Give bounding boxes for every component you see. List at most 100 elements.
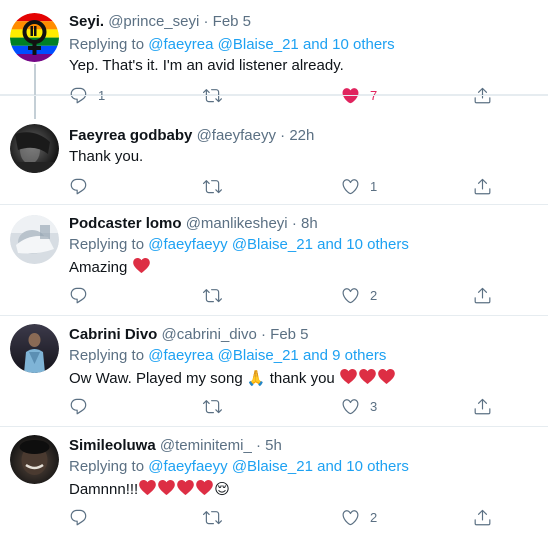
tweet-text: Ow Waw. Played my song 🙏 thank you: [69, 367, 396, 389]
retweet-button[interactable]: [203, 176, 222, 196]
share-button[interactable]: [473, 396, 492, 416]
heart-icon: [341, 286, 360, 305]
user-handle[interactable]: @faeyfaeyy: [197, 127, 276, 144]
display-name[interactable]: Simileoluwa: [69, 437, 156, 454]
tweet[interactable]: Simileoluwa @teminitemi_ · 5h Replying t…: [0, 427, 548, 537]
replying-to-label: Replying to: [69, 36, 145, 53]
display-name[interactable]: Seyi.: [69, 13, 104, 30]
tweet-header: Faeyrea godbaby @faeyfaeyy · 22h: [69, 126, 314, 146]
tweet[interactable]: Podcaster lomo @manlikesheyi · 8h Replyi…: [0, 205, 548, 316]
red-heart-emoji-icon: [339, 367, 358, 386]
reply-button[interactable]: [69, 176, 88, 196]
like-count: 2: [370, 509, 378, 525]
heart-icon: [341, 177, 360, 196]
timestamp[interactable]: 5h: [265, 437, 282, 454]
tweet-text-content: Ow Waw. Played my song: [69, 370, 243, 387]
retweet-button[interactable]: [203, 285, 222, 305]
avatar[interactable]: [10, 124, 59, 173]
red-heart-emoji-icon: [195, 478, 214, 497]
tweet-header: Cabrini Divo @cabrini_divo · Feb 5: [69, 325, 309, 345]
tweet-actions: 3: [69, 396, 499, 416]
timestamp[interactable]: Feb 5: [213, 13, 251, 30]
relieved-face-emoji-icon: 😌: [214, 481, 230, 498]
share-icon: [473, 397, 492, 416]
avatar[interactable]: [10, 215, 59, 264]
retweet-button[interactable]: [203, 507, 222, 527]
share-icon: [473, 177, 492, 196]
separator: ·: [291, 215, 297, 232]
replying-to: Replying to @faeyfaeyy @Blaise_21 and 10…: [69, 457, 409, 477]
like-button[interactable]: 3: [341, 396, 377, 416]
share-button[interactable]: [473, 176, 492, 196]
reply-icon: [69, 508, 88, 527]
avatar[interactable]: [10, 435, 59, 484]
share-button[interactable]: [473, 285, 492, 305]
replying-to-label: Replying to: [69, 347, 145, 364]
user-handle[interactable]: @manlikesheyi: [186, 215, 288, 232]
retweet-button[interactable]: [203, 396, 222, 416]
tweet-text-content: Amazing: [69, 259, 128, 276]
tweet-text-content: Damnnn!!!: [69, 481, 139, 498]
tweet-actions: 1: [69, 176, 499, 196]
red-heart-emoji-icon: [157, 478, 176, 497]
like-count: 2: [370, 287, 378, 303]
tweet-text: Thank you.: [69, 148, 144, 165]
like-button[interactable]: 1: [341, 176, 377, 196]
user-handle[interactable]: @teminitemi_: [160, 437, 252, 454]
tweet-header: Seyi. @prince_seyi · Feb 5: [69, 12, 251, 32]
red-heart-emoji-icon: [132, 256, 151, 275]
tweet-actions: 2: [69, 507, 499, 527]
tweet[interactable]: Cabrini Divo @cabrini_divo · Feb 5 Reply…: [0, 316, 548, 427]
reply-icon: [69, 286, 88, 305]
replying-to-users[interactable]: @faeyfaeyy @Blaise_21: [148, 458, 313, 475]
replying-to-users[interactable]: @faeyrea @Blaise_21: [148, 36, 299, 53]
timestamp[interactable]: Feb 5: [270, 326, 308, 343]
display-name[interactable]: Faeyrea godbaby: [69, 127, 192, 144]
red-heart-emoji-icon: [358, 367, 377, 386]
retweet-icon: [203, 508, 222, 527]
retweet-icon: [203, 397, 222, 416]
timestamp[interactable]: 8h: [301, 215, 318, 232]
separator: ·: [260, 326, 266, 343]
tweet-text: Amazing: [69, 256, 151, 278]
red-heart-emoji-icon: [176, 478, 195, 497]
reply-icon: [69, 177, 88, 196]
retweet-icon: [203, 286, 222, 305]
tweet-actions: 2: [69, 285, 499, 305]
timestamp[interactable]: 22h: [289, 127, 314, 144]
tweet-header: Podcaster lomo @manlikesheyi · 8h: [69, 214, 318, 234]
replying-to-others[interactable]: and 9 others: [303, 347, 386, 364]
red-heart-emoji-icon: [377, 367, 396, 386]
replying-to: Replying to @faeyrea @Blaise_21 and 10 o…: [69, 35, 395, 55]
reply-button[interactable]: [69, 285, 88, 305]
like-button[interactable]: 2: [341, 285, 377, 305]
replying-to-users[interactable]: @faeyfaeyy @Blaise_21: [148, 236, 313, 253]
replying-to-users[interactable]: @faeyrea @Blaise_21: [148, 347, 299, 364]
display-name[interactable]: Cabrini Divo: [69, 326, 157, 343]
reply-button[interactable]: [69, 507, 88, 527]
red-heart-emoji-icon: [138, 478, 157, 497]
reply-button[interactable]: [69, 396, 88, 416]
replying-to-others[interactable]: and 10 others: [317, 458, 409, 475]
like-button[interactable]: 2: [341, 507, 377, 527]
tweet[interactable]: Faeyrea godbaby @faeyfaeyy · 22h Thank y…: [0, 95, 548, 205]
replying-to-others[interactable]: and 10 others: [317, 236, 409, 253]
replying-to: Replying to @faeyfaeyy @Blaise_21 and 10…: [69, 235, 409, 255]
replying-to-others[interactable]: and 10 others: [303, 36, 395, 53]
user-handle[interactable]: @cabrini_divo: [162, 326, 257, 343]
tweet[interactable]: Seyi. @prince_seyi · Feb 5 Replying to @…: [0, 0, 548, 119]
display-name[interactable]: Podcaster lomo: [69, 215, 182, 232]
tweet-text-content: thank you: [269, 370, 335, 387]
retweet-icon: [203, 177, 222, 196]
like-count: 3: [370, 398, 378, 414]
tweet-text: Damnnn!!! 😌: [69, 478, 230, 500]
heart-icon: [341, 508, 360, 527]
separator: ·: [203, 13, 209, 30]
heart-icon: [341, 397, 360, 416]
user-handle[interactable]: @prince_seyi: [108, 13, 199, 30]
reply-icon: [69, 397, 88, 416]
share-icon: [473, 508, 492, 527]
avatar[interactable]: [10, 13, 59, 62]
avatar[interactable]: [10, 324, 59, 373]
share-button[interactable]: [473, 507, 492, 527]
